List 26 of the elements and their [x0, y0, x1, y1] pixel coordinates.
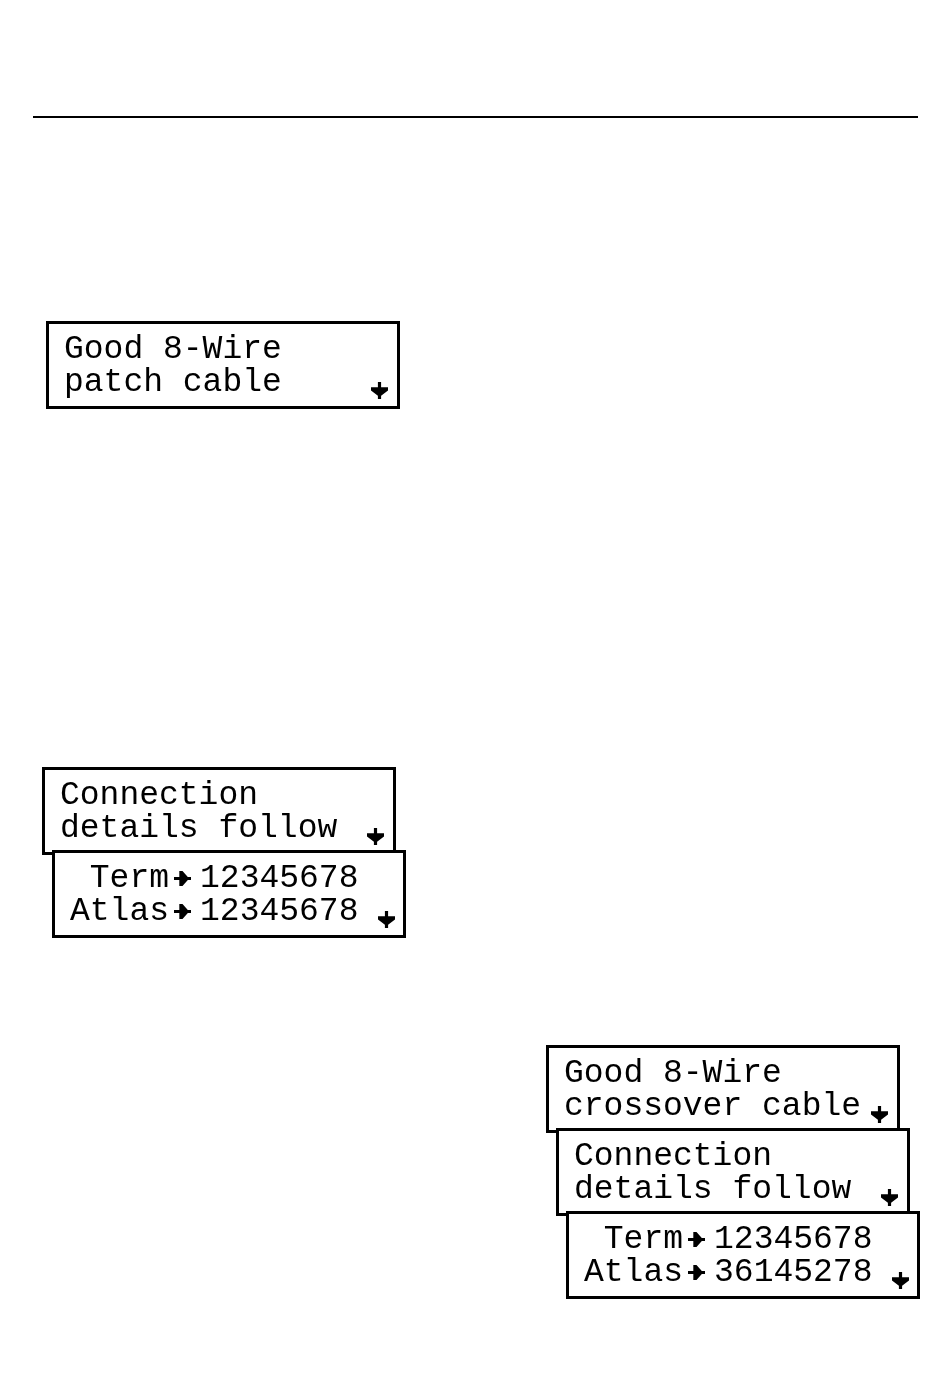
right-arrow-icon: [688, 1265, 706, 1280]
pin-order-value: 12345678: [200, 862, 359, 895]
display-text: Connection: [60, 779, 259, 812]
down-arrow-icon: [881, 1189, 898, 1206]
down-arrow-icon: [871, 1106, 888, 1123]
down-arrow-icon: [378, 911, 396, 928]
down-arrow-icon: [367, 828, 384, 845]
display-text: Good 8-Wire: [564, 1057, 782, 1090]
pin-order-value: 12345678: [714, 1223, 873, 1256]
display-text: Connection: [574, 1140, 773, 1173]
pin-order-value: 36145278: [714, 1256, 873, 1289]
row-label: Term: [603, 1223, 684, 1256]
display-text: crossover cable: [564, 1090, 862, 1123]
row-label: Term: [89, 862, 170, 895]
display-text: patch cable: [64, 366, 282, 399]
row-label: Atlas: [584, 1256, 684, 1289]
right-arrow-icon: [174, 904, 192, 919]
right-arrow-icon: [174, 871, 192, 886]
pin-order-value: 12345678: [200, 895, 359, 928]
down-arrow-icon: [371, 382, 388, 399]
right-arrow-icon: [688, 1232, 706, 1247]
down-arrow-icon: [892, 1272, 910, 1289]
display-text: details follow: [60, 812, 338, 845]
display-text: Good 8-Wire: [64, 333, 282, 366]
row-label: Atlas: [70, 895, 170, 928]
display-text: details follow: [574, 1173, 852, 1206]
